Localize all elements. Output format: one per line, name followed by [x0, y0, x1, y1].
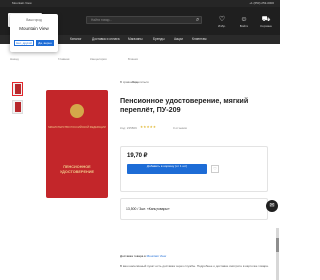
delivery-info: Доставка товара в Mountain View: [120, 254, 166, 258]
delivery-description: В ваш населённый пункт есть доставка чер…: [120, 264, 269, 268]
cart-button[interactable]: ⛟ Корзина: [256, 15, 276, 28]
nav-item-delivery[interactable]: Доставка и оплата: [92, 37, 120, 41]
delivery-city-link[interactable]: Mountain View: [147, 254, 167, 258]
nav-item-stores[interactable]: Магазины: [128, 37, 143, 41]
delivery-label: Доставка товара в: [120, 254, 146, 258]
thumbnail[interactable]: [12, 82, 23, 96]
cover-top-text: МИНИСТЕРСТВО РОССИЙСКОЙ ФЕДЕРАЦИИ: [48, 126, 106, 129]
city-change-button[interactable]: Нет, другой: [14, 40, 34, 46]
cart-label: Корзина: [260, 24, 272, 28]
login-label: Войти: [239, 24, 249, 28]
nav-item-brands[interactable]: Бренды: [153, 37, 165, 41]
emblem-icon: [70, 104, 84, 118]
heart-icon: ♡: [218, 16, 226, 23]
search-input[interactable]: Найти товар...: [86, 16, 202, 24]
breadcrumb-category[interactable]: Канцелярия: [90, 57, 107, 61]
product-title: Пенсионное удостоверение, мягкий переплё…: [120, 96, 249, 114]
favorites-label: Избр.: [218, 24, 226, 28]
stock-info: 13,500 / 3шт. «Канцтовары»: [126, 207, 170, 211]
price: 19,70 ₽: [127, 153, 148, 159]
city-confirm-popup: Ваш город Mountain View Нет, другой Да, …: [10, 14, 58, 52]
product-code: Код: 235809: [120, 126, 137, 130]
scrollbar[interactable]: [276, 228, 279, 280]
thumbnail-image: [14, 84, 21, 94]
cover-title: ПЕНСИОННОЕ УДОСТОВЕРЕНИЕ: [60, 165, 94, 174]
chat-icon[interactable]: ✉: [266, 200, 278, 212]
cart-icon: ⛟: [261, 16, 271, 23]
top-city[interactable]: Mountain View: [12, 1, 32, 5]
product-image[interactable]: МИНИСТЕРСТВО РОССИЙСКОЙ ФЕДЕРАЦИИ ПЕНСИО…: [46, 90, 108, 198]
login-button[interactable]: ☺ Войти: [234, 15, 254, 28]
breadcrumb-subcategory[interactable]: Бланки: [128, 57, 138, 61]
nav-item-catalog[interactable]: Каталог: [70, 37, 82, 41]
breadcrumb-back[interactable]: Назад: [10, 57, 19, 61]
favorite-icon[interactable]: ♡: [211, 165, 219, 173]
popup-question: Ваш город: [26, 18, 42, 22]
search-icon[interactable]: ⌕: [196, 17, 199, 24]
scrollbar-thumb[interactable]: [276, 238, 279, 252]
stock-box: 13,500 / 3шт. «Канцтовары»: [120, 198, 268, 220]
add-to-cart-button[interactable]: Добавить в корзину (от 1 шт): [127, 164, 207, 174]
rating-stars[interactable]: ★★★★★: [140, 125, 156, 129]
user-icon: ☺: [240, 16, 248, 23]
top-bar: Mountain View +1 (650) 253-0000: [0, 0, 280, 7]
popup-city: Mountain View: [19, 26, 49, 31]
product-actions: В сравнение Поделиться: [120, 80, 149, 84]
nav-item-clients[interactable]: Клиентам: [192, 37, 206, 41]
city-confirm-button[interactable]: Да, верно: [36, 40, 54, 46]
nav-item-sales[interactable]: Акции: [174, 37, 183, 41]
search-placeholder: Найти товар...: [91, 18, 113, 22]
thumbnail[interactable]: [12, 100, 23, 114]
share-link[interactable]: Поделиться: [132, 80, 149, 84]
thumbnail-list: [12, 82, 24, 118]
breadcrumb-home[interactable]: Главная: [58, 57, 69, 61]
thumbnail-image: [14, 102, 21, 112]
top-phone[interactable]: +1 (650) 253-0000: [249, 1, 274, 5]
price-box: 19,70 ₽ Добавить в корзину (от 1 шт) ♡: [120, 146, 268, 192]
reviews-count[interactable]: 0 отзывов: [173, 126, 187, 130]
favorites-button[interactable]: ♡ Избр.: [212, 15, 232, 28]
